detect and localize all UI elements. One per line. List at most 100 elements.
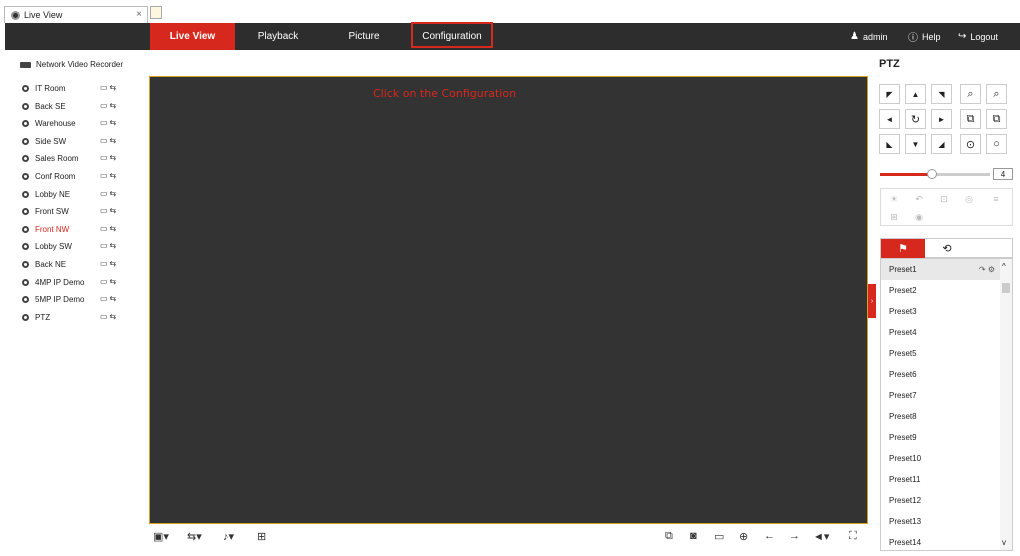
camera-item[interactable]: Lobby SW ▭⇆ xyxy=(22,239,132,253)
preset-item[interactable]: Preset7 xyxy=(881,385,1001,406)
speaker-grid-icon[interactable]: ⊞ xyxy=(257,530,266,543)
preset-item[interactable]: Preset1 ↷ ⚙ xyxy=(881,259,1001,280)
camera-actions-icon[interactable]: ▭⇆ xyxy=(100,189,118,198)
ptz-speed-slider[interactable] xyxy=(880,169,990,179)
live-video-pane[interactable] xyxy=(149,76,868,524)
ptz-down-left-button[interactable]: ◣ xyxy=(879,134,900,154)
camera-item[interactable]: 5MP IP Demo ▭⇆ xyxy=(22,292,132,306)
camera-item[interactable]: Warehouse ▭⇆ xyxy=(22,116,132,130)
scroll-thumb[interactable] xyxy=(1002,283,1010,293)
preset-item[interactable]: Preset13 xyxy=(881,511,1001,532)
iris-open-icon[interactable]: ⊙ xyxy=(960,134,981,154)
wiper-icon[interactable]: ↶ xyxy=(908,191,930,207)
camera-item[interactable]: Lobby NE ▭⇆ xyxy=(22,187,132,201)
preset-item[interactable]: Preset5 xyxy=(881,343,1001,364)
fullscreen-icon[interactable]: ⛶ xyxy=(849,530,857,543)
camera-item[interactable]: Sales Room ▭⇆ xyxy=(22,151,132,165)
ptz-right-button[interactable]: ► xyxy=(931,109,952,129)
zoom-out-icon[interactable]: ⌕ xyxy=(986,84,1007,104)
stream-icon[interactable]: ⇆▾ xyxy=(187,530,202,543)
zoom-icon[interactable]: ⊕ xyxy=(739,530,748,543)
menu-icon[interactable]: ≡ xyxy=(985,191,1007,207)
ptz-down-right-button[interactable]: ◢ xyxy=(931,134,952,154)
camera-item[interactable]: Front SW ▭⇆ xyxy=(22,204,132,218)
camera-item[interactable]: PTZ ▭⇆ xyxy=(22,310,132,324)
volume-icon[interactable]: ◄▾ xyxy=(813,530,829,543)
camera-actions-icon[interactable]: ▭⇆ xyxy=(100,101,118,110)
camera-label: IT Room xyxy=(35,83,66,93)
camera-actions-icon[interactable]: ▭⇆ xyxy=(100,153,118,162)
light-icon[interactable]: ☀ xyxy=(883,191,905,207)
device-node[interactable]: Network Video Recorder xyxy=(20,60,123,69)
help-button[interactable]: ⓘ Help xyxy=(908,23,941,50)
camera-actions-icon[interactable]: ▭⇆ xyxy=(100,294,118,303)
camera-item[interactable]: Back NE ▭⇆ xyxy=(22,257,132,271)
new-tab-icon[interactable] xyxy=(150,6,162,19)
lens-init-icon[interactable]: ◎ xyxy=(958,191,980,207)
auto-pan-icon[interactable]: ↻ xyxy=(905,109,926,129)
logout-button[interactable]: ↪ Logout xyxy=(958,23,998,50)
camera-item[interactable]: Back SE ▭⇆ xyxy=(22,99,132,113)
previous-icon[interactable]: ← xyxy=(764,530,775,542)
scroll-down-icon[interactable]: v xyxy=(1002,538,1006,547)
camera-actions-icon[interactable]: ▭⇆ xyxy=(100,83,118,92)
preset-item[interactable]: Preset9 xyxy=(881,427,1001,448)
manual-track-icon[interactable]: ⊞ xyxy=(883,209,905,225)
preset-item[interactable]: Preset10 xyxy=(881,448,1001,469)
scroll-up-icon[interactable]: ^ xyxy=(1002,262,1006,271)
user-menu[interactable]: ♟ admin xyxy=(850,23,887,50)
focus-far-icon[interactable]: ⧉ xyxy=(986,109,1007,129)
preset-flag-icon[interactable]: ⚑ xyxy=(881,239,925,258)
ptz-up-left-button[interactable]: ◤ xyxy=(879,84,900,104)
preset-call-icon[interactable]: ↷ ⚙ xyxy=(979,265,995,274)
snapshot-icon[interactable]: ◙ xyxy=(690,530,697,542)
preset-scrollbar[interactable]: ^ v xyxy=(1000,259,1012,550)
capture-all-icon[interactable]: ⧉ xyxy=(665,530,673,543)
camera-actions-icon[interactable]: ▭⇆ xyxy=(100,118,118,127)
preset-item[interactable]: Preset6 xyxy=(881,364,1001,385)
ptz-up-button[interactable]: ▲ xyxy=(905,84,926,104)
camera-actions-icon[interactable]: ▭⇆ xyxy=(100,259,118,268)
auto-focus-icon[interactable]: ⊡ xyxy=(933,191,955,207)
camera-actions-icon[interactable]: ▭⇆ xyxy=(100,136,118,145)
preset-item[interactable]: Preset12 xyxy=(881,490,1001,511)
camera-item[interactable]: IT Room ▭⇆ xyxy=(22,81,132,95)
preset-item[interactable]: Preset14 xyxy=(881,532,1001,550)
patrol-icon[interactable]: ⟲ xyxy=(925,239,969,258)
camera-actions-icon[interactable]: ▭⇆ xyxy=(100,224,118,233)
tab-live-view[interactable]: Live View xyxy=(150,23,235,50)
close-tab-icon[interactable]: × xyxy=(136,9,142,20)
camera-actions-icon[interactable]: ▭⇆ xyxy=(100,241,118,250)
camera-item[interactable]: Conf Room ▭⇆ xyxy=(22,169,132,183)
camera-item[interactable]: Side SW ▭⇆ xyxy=(22,134,132,148)
ptz-left-button[interactable]: ◄ xyxy=(879,109,900,129)
camera-actions-icon[interactable]: ▭⇆ xyxy=(100,171,118,180)
tab-picture[interactable]: Picture xyxy=(323,23,405,50)
camera-actions-icon[interactable]: ▭⇆ xyxy=(100,312,118,321)
microphone-icon[interactable]: ♪▾ xyxy=(223,530,234,543)
next-icon[interactable]: → xyxy=(789,530,800,542)
tab-playback[interactable]: Playback xyxy=(237,23,319,50)
preset-item[interactable]: Preset4 xyxy=(881,322,1001,343)
ptz-up-right-button[interactable]: ◥ xyxy=(931,84,952,104)
layout-icon[interactable]: ▣▾ xyxy=(153,530,169,543)
pattern-tab[interactable] xyxy=(969,239,1013,258)
preset-item[interactable]: Preset8 xyxy=(881,406,1001,427)
camera-label: Sales Room xyxy=(35,153,79,163)
3d-zoom-icon[interactable]: ◉ xyxy=(908,209,930,225)
record-icon[interactable]: ▭ xyxy=(714,530,724,543)
camera-actions-icon[interactable]: ▭⇆ xyxy=(100,277,118,286)
camera-item[interactable]: 4MP IP Demo ▭⇆ xyxy=(22,275,132,289)
ptz-down-button[interactable]: ▼ xyxy=(905,134,926,154)
preset-item[interactable]: Preset11 xyxy=(881,469,1001,490)
focus-near-icon[interactable]: ⧉ xyxy=(960,109,981,129)
top-navbar: Live View Playback Picture Configuration… xyxy=(5,23,1020,50)
preset-item[interactable]: Preset3 xyxy=(881,301,1001,322)
preset-item[interactable]: Preset2 xyxy=(881,280,1001,301)
ptz-speed-knob[interactable] xyxy=(926,169,937,179)
browser-tab[interactable]: Live View × xyxy=(4,6,148,23)
iris-close-icon[interactable]: ○ xyxy=(986,134,1007,154)
camera-actions-icon[interactable]: ▭⇆ xyxy=(100,206,118,215)
zoom-in-icon[interactable]: ⌕ xyxy=(960,84,981,104)
camera-item-selected[interactable]: Front NW ▭⇆ xyxy=(22,222,132,236)
